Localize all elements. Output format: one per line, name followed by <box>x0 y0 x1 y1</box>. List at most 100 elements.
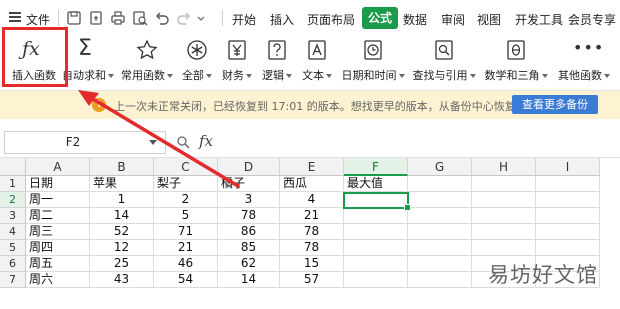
math-trig-button[interactable]: 数学和三角 <box>482 36 550 90</box>
table-cell[interactable]: 14 <box>90 208 154 224</box>
column-header[interactable]: B <box>90 158 154 176</box>
common-functions-button[interactable]: 常用函数 <box>118 36 176 90</box>
column-header[interactable]: A <box>26 158 90 176</box>
row-header[interactable]: 6 <box>0 256 26 272</box>
table-cell[interactable]: 71 <box>154 224 218 240</box>
table-cell[interactable]: 周六 <box>26 272 90 288</box>
table-cell[interactable] <box>408 224 472 240</box>
table-cell[interactable] <box>472 224 536 240</box>
tab-review[interactable]: 审阅 <box>441 11 465 28</box>
table-cell[interactable]: 橘子 <box>218 176 280 192</box>
all-functions-button[interactable]: 全部 <box>179 36 215 90</box>
table-cell[interactable]: 15 <box>280 256 344 272</box>
table-cell[interactable] <box>408 272 472 288</box>
table-cell[interactable] <box>408 176 472 192</box>
table-cell[interactable]: 周二 <box>26 208 90 224</box>
table-cell[interactable]: 78 <box>280 240 344 256</box>
table-cell[interactable] <box>472 240 536 256</box>
redo-icon[interactable] <box>176 10 192 26</box>
table-cell[interactable]: 46 <box>154 256 218 272</box>
table-cell[interactable]: 85 <box>218 240 280 256</box>
export-pdf-icon[interactable] <box>88 10 104 26</box>
table-cell[interactable]: 54 <box>154 272 218 288</box>
tab-data[interactable]: 数据 <box>403 11 427 28</box>
table-cell[interactable] <box>344 256 408 272</box>
table-cell[interactable]: 最大值 <box>344 176 408 192</box>
table-cell[interactable]: 4 <box>280 192 344 208</box>
column-header[interactable]: G <box>408 158 472 176</box>
table-cell[interactable] <box>344 272 408 288</box>
table-cell[interactable]: 12 <box>90 240 154 256</box>
table-cell[interactable]: 78 <box>280 224 344 240</box>
table-cell[interactable] <box>344 224 408 240</box>
table-cell[interactable] <box>344 240 408 256</box>
view-backups-button[interactable]: 查看更多备份 <box>512 95 598 114</box>
table-cell[interactable]: 43 <box>90 272 154 288</box>
column-header[interactable]: H <box>472 158 536 176</box>
table-cell[interactable]: 62 <box>218 256 280 272</box>
table-cell[interactable]: 52 <box>90 224 154 240</box>
table-cell[interactable] <box>472 208 536 224</box>
table-cell[interactable]: 西瓜 <box>280 176 344 192</box>
table-cell[interactable]: 周五 <box>26 256 90 272</box>
table-cell[interactable]: 14 <box>218 272 280 288</box>
table-cell[interactable] <box>472 176 536 192</box>
table-cell[interactable]: 周一 <box>26 192 90 208</box>
column-header[interactable]: D <box>218 158 280 176</box>
table-cell[interactable] <box>408 256 472 272</box>
table-cell[interactable] <box>344 208 408 224</box>
row-header[interactable]: 5 <box>0 240 26 256</box>
text-functions-button[interactable]: 文本 <box>299 36 335 90</box>
column-header-selected[interactable]: F <box>344 158 408 176</box>
table-cell[interactable] <box>408 208 472 224</box>
row-header[interactable]: 2 <box>0 192 26 208</box>
table-cell[interactable]: 25 <box>90 256 154 272</box>
quick-access-more-icon[interactable] <box>196 10 206 26</box>
table-cell[interactable]: 1 <box>90 192 154 208</box>
tab-member[interactable]: 会员专享 <box>568 11 616 28</box>
table-cell[interactable]: 梨子 <box>154 176 218 192</box>
other-functions-button[interactable]: ••• 其他函数 <box>553 36 615 90</box>
zoom-icon[interactable] <box>176 135 190 149</box>
table-cell[interactable] <box>536 240 600 256</box>
logical-functions-button[interactable]: 逻辑 <box>259 36 295 90</box>
fx-icon[interactable]: fx <box>199 132 213 150</box>
row-header[interactable]: 3 <box>0 208 26 224</box>
tab-page-layout[interactable]: 页面布局 <box>307 11 355 28</box>
tab-home[interactable]: 开始 <box>232 11 256 28</box>
tab-formulas[interactable]: 公式 <box>362 7 398 29</box>
name-box[interactable]: F2 <box>4 131 166 154</box>
table-cell[interactable]: 57 <box>280 272 344 288</box>
table-cell[interactable] <box>536 208 600 224</box>
table-cell[interactable]: 5 <box>154 208 218 224</box>
table-cell[interactable]: 周四 <box>26 240 90 256</box>
table-cell[interactable]: 21 <box>280 208 344 224</box>
select-all-corner[interactable] <box>0 158 26 176</box>
lookup-reference-button[interactable]: 查找与引用 <box>410 36 478 90</box>
table-cell[interactable]: 日期 <box>26 176 90 192</box>
row-header[interactable]: 7 <box>0 272 26 288</box>
table-cell[interactable]: 周三 <box>26 224 90 240</box>
print-icon[interactable] <box>110 10 126 26</box>
financial-functions-button[interactable]: 财务 <box>219 36 255 90</box>
chevron-down-icon[interactable] <box>149 140 157 145</box>
date-time-functions-button[interactable]: 日期和时间 <box>339 36 407 90</box>
table-cell[interactable]: 21 <box>154 240 218 256</box>
tab-view[interactable]: 视图 <box>477 11 501 28</box>
column-header[interactable]: C <box>154 158 218 176</box>
table-cell[interactable] <box>408 240 472 256</box>
table-cell[interactable] <box>408 192 472 208</box>
selected-cell-f2[interactable] <box>343 192 411 211</box>
file-menu[interactable]: 文件 <box>26 11 50 28</box>
undo-icon[interactable] <box>154 10 170 26</box>
table-cell[interactable] <box>536 176 600 192</box>
formula-input[interactable] <box>220 131 620 154</box>
table-cell[interactable]: 78 <box>218 208 280 224</box>
row-header[interactable]: 1 <box>0 176 26 192</box>
hamburger-menu-icon[interactable] <box>9 12 21 22</box>
save-icon[interactable] <box>66 10 82 26</box>
autosum-button[interactable]: Σ 自动求和 <box>60 36 116 90</box>
table-cell[interactable] <box>536 192 600 208</box>
print-preview-icon[interactable] <box>132 10 148 26</box>
tab-developer[interactable]: 开发工具 <box>515 11 563 28</box>
